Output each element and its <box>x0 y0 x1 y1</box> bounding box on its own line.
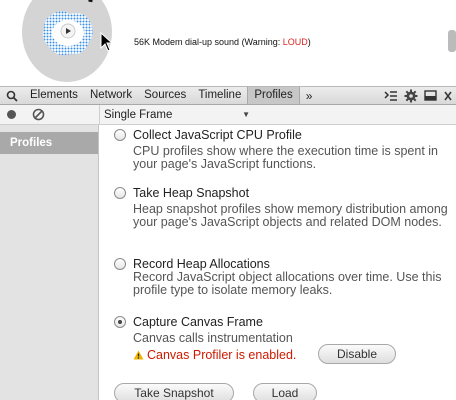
option-title: Take Heap Snapshot <box>133 186 250 200</box>
tabbar-right-controls <box>384 89 456 103</box>
record-icon[interactable] <box>7 110 16 119</box>
tab-profiles[interactable]: Profiles <box>247 87 300 104</box>
profiles-toolbar: Single Frame ▼ <box>0 105 456 125</box>
radio-heap-allocations[interactable] <box>114 258 126 270</box>
load-button[interactable]: Load <box>253 383 317 400</box>
option-description: CPU profiles show where the execution ti… <box>133 144 439 171</box>
profiles-main-panel: Collect JavaScript CPU Profile CPU profi… <box>100 125 456 400</box>
option-description: Record JavaScript object allocations ove… <box>133 270 442 297</box>
canvas-warning: Canvas Profiler is enabled. <box>133 348 296 362</box>
frame-select-value: Single Frame <box>104 109 173 121</box>
console-drawer-icon[interactable] <box>384 90 398 102</box>
frame-select-dropdown[interactable]: Single Frame ▼ <box>104 108 250 122</box>
option-title: Collect JavaScript CPU Profile <box>133 128 302 142</box>
option-title: Capture Canvas Frame <box>133 315 263 329</box>
tab-network[interactable]: Network <box>84 87 138 104</box>
warning-icon <box>133 350 144 360</box>
search-icon[interactable] <box>0 87 24 105</box>
gear-icon[interactable] <box>404 89 418 103</box>
tab-timeline[interactable]: Timeline <box>192 87 247 104</box>
dock-icon[interactable] <box>424 89 438 102</box>
sound-text: 56K Modem dial-up sound (Warning: <box>134 37 283 47</box>
more-tabs-button[interactable]: » <box>300 89 319 103</box>
option-title: Record Heap Allocations <box>133 257 270 271</box>
chevron-down-icon: ▼ <box>242 110 250 119</box>
sound-description: 56K Modem dial-up sound (Warning: LOUD) <box>134 37 311 47</box>
sidebar-item-profiles[interactable]: Profiles <box>0 132 98 154</box>
sound-warning: LOUD <box>282 37 308 47</box>
play-icon[interactable] <box>60 23 76 39</box>
audio-player[interactable] <box>22 0 114 82</box>
option-description: Heap snapshot profiles show memory distr… <box>133 202 448 229</box>
tab-sources[interactable]: Sources <box>138 87 192 104</box>
devtools-tabbar: Elements Network Sources Timeline Profil… <box>0 86 456 105</box>
page-content-area: 56K Modem dial-up sound (Warning: LOUD) <box>0 0 456 86</box>
toolbar-divider <box>99 105 100 125</box>
clear-icon[interactable] <box>32 108 45 121</box>
option-description: Canvas calls instrumentation <box>133 331 293 345</box>
close-icon[interactable] <box>444 91 452 101</box>
page-scrollbar[interactable] <box>448 30 456 52</box>
disable-button[interactable]: Disable <box>318 344 396 364</box>
canvas-warning-text: Canvas Profiler is enabled. <box>147 348 297 362</box>
mouse-cursor-icon <box>100 32 114 52</box>
radio-canvas-frame[interactable] <box>114 316 126 328</box>
sound-suffix: ) <box>307 37 311 47</box>
tab-elements[interactable]: Elements <box>24 87 84 104</box>
radio-cpu-profile[interactable] <box>114 129 126 141</box>
profiles-sidebar: Profiles <box>0 125 99 400</box>
take-snapshot-button[interactable]: Take Snapshot <box>114 383 234 400</box>
radio-heap-snapshot[interactable] <box>114 187 126 199</box>
